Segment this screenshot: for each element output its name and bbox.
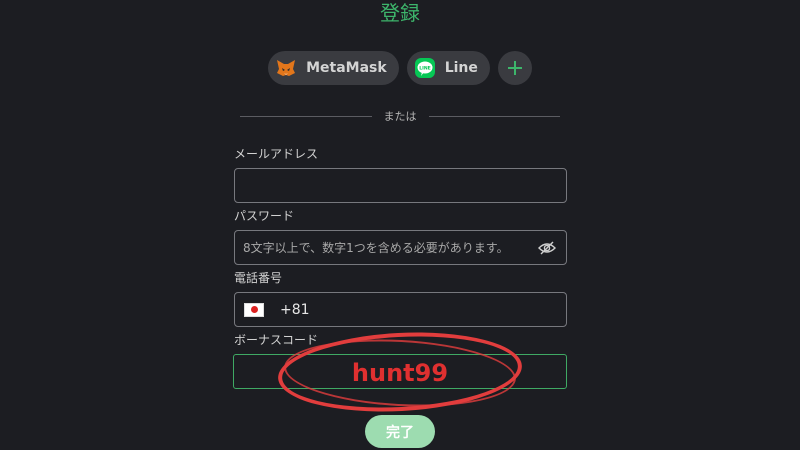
line-button[interactable]: LINE Line	[406, 51, 490, 85]
bonus-code-annotation: hunt99	[351, 359, 449, 387]
divider-line-left	[240, 115, 372, 117]
metamask-fox-icon	[274, 56, 298, 80]
password-label: パスワード	[234, 209, 295, 223]
line-logo-text: LINE	[419, 65, 431, 71]
japan-flag-icon[interactable]	[244, 302, 264, 317]
phone-label: 電話番号	[234, 271, 283, 285]
divider-text: または	[383, 110, 417, 123]
eye-icon[interactable]	[536, 237, 558, 259]
more-login-options-button[interactable]	[497, 51, 532, 85]
line-logo-icon: LINE	[413, 56, 437, 80]
page-title: 登録	[380, 1, 420, 25]
or-divider: または	[240, 107, 560, 125]
phone-field[interactable]: +81	[234, 292, 567, 327]
social-login-row: MetaMask LINE Line	[0, 51, 800, 85]
bonus-code-label: ボーナスコード	[234, 333, 319, 347]
email-field[interactable]	[235, 169, 566, 202]
country-code: +81	[280, 301, 310, 318]
line-label: Line	[444, 60, 478, 76]
email-label: メールアドレス	[234, 147, 319, 161]
submit-button[interactable]: 完了	[365, 415, 435, 448]
metamask-button[interactable]: MetaMask	[268, 51, 399, 85]
metamask-label: MetaMask	[306, 60, 387, 76]
divider-line-right	[428, 115, 560, 117]
password-field-wrapper	[234, 230, 567, 265]
email-field-wrapper	[234, 168, 567, 203]
password-field[interactable]	[235, 231, 536, 264]
plus-icon	[507, 61, 522, 75]
flag-sun	[250, 306, 258, 313]
